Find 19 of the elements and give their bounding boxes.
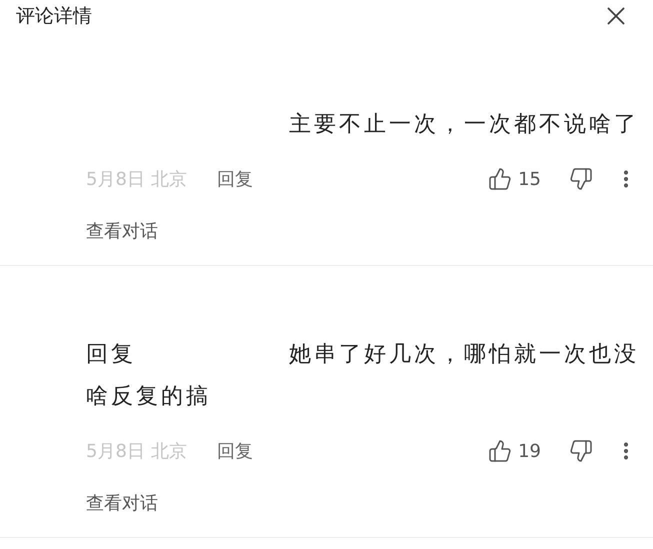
comment-text: 啥反复的搞 [86,383,211,411]
comment-date: 5月8日 [86,168,145,192]
thumbs-up-icon[interactable] [488,439,512,463]
comment-location: 北京 [150,440,187,464]
comment-location: 北京 [150,168,187,192]
page-title: 评论详情 [16,4,92,29]
like-count: 19 [518,440,541,464]
reply-link[interactable]: 回复 [216,166,253,192]
comment-text: 主要不止一次，一次都不说啥了 [289,111,639,139]
thumbs-up-icon[interactable] [488,167,512,191]
thumbs-down-icon[interactable] [569,167,593,191]
reply-prefix: 回复 [86,341,136,369]
comment-date: 5月8日 [86,440,145,464]
view-conversation-link[interactable]: 查看对话 [86,218,158,245]
comment-text: 她串了好几次，哪怕就一次也没 [289,341,639,369]
reply-link[interactable]: 回复 [216,438,253,464]
thumbs-down-icon[interactable] [569,439,593,463]
view-conversation-link[interactable]: 查看对话 [86,490,158,517]
like-count: 15 [518,168,541,192]
